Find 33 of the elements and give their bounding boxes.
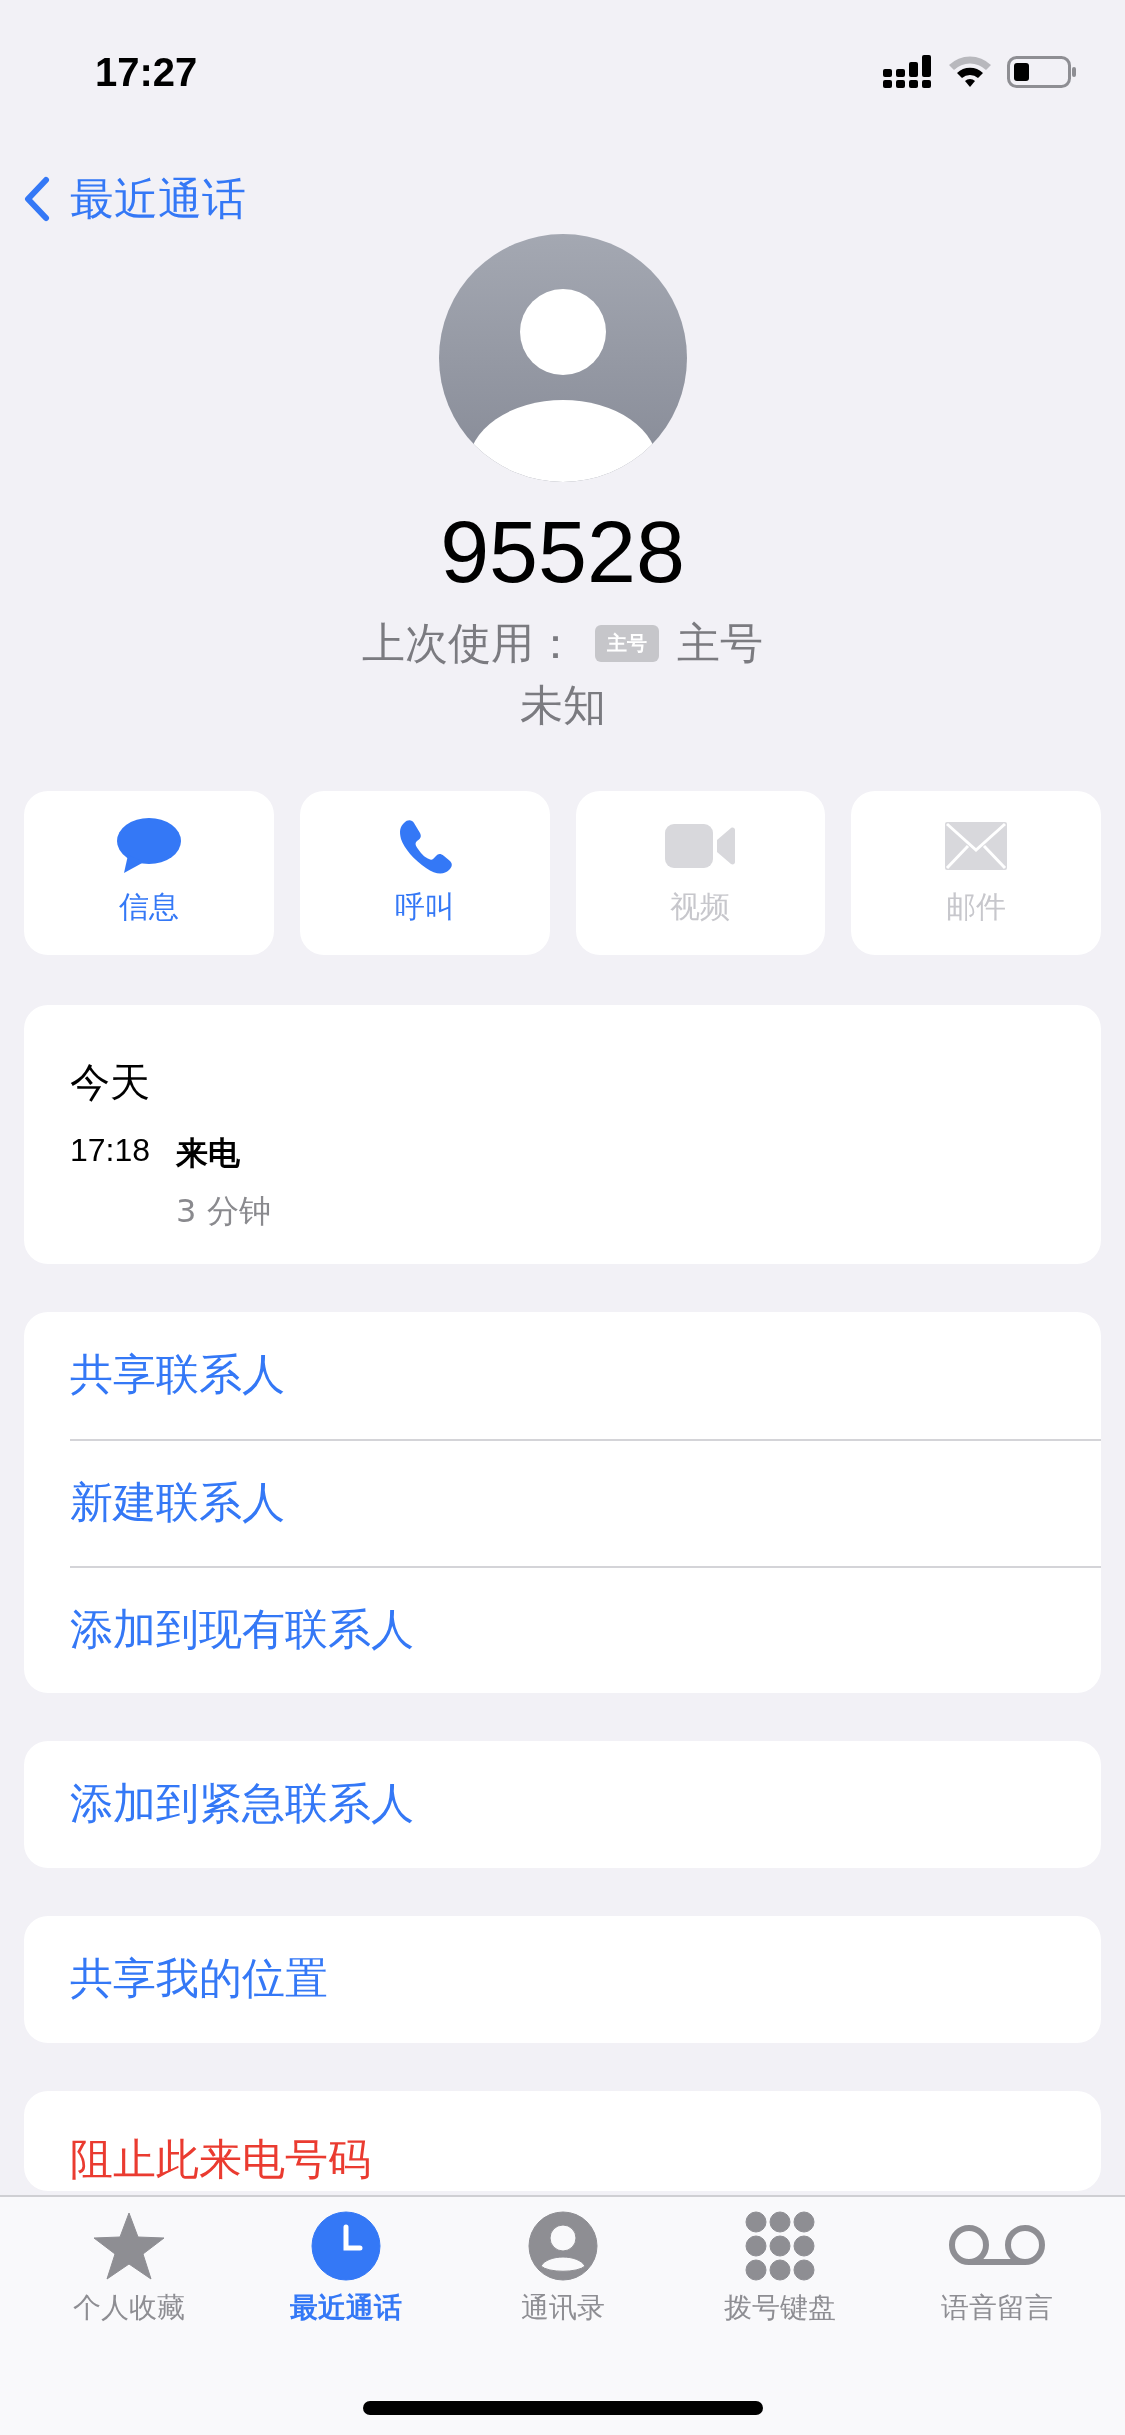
- avatar-icon: [438, 234, 687, 482]
- voicemail-tab[interactable]: 语音留言: [896, 2211, 1097, 2333]
- call-time: 17:18: [70, 1131, 151, 1170]
- call-button[interactable]: 呼叫: [299, 790, 550, 955]
- keypad-icon: [744, 2211, 815, 2281]
- action-item[interactable]: 添加到紧急联系人: [70, 1740, 1101, 1868]
- action-item[interactable]: 新建联系人: [70, 1438, 1101, 1566]
- favorites-tab[interactable]: 个人收藏: [28, 2211, 229, 2333]
- status-time: 17:27: [95, 49, 198, 95]
- speech-bubble-icon: [115, 817, 182, 876]
- line-badge: 主号: [595, 625, 659, 663]
- action-item[interactable]: 共享我的位置: [70, 1915, 1101, 2043]
- location-label: 未知: [519, 678, 606, 732]
- wifi-icon: [947, 55, 993, 89]
- chevron-left-icon: [22, 174, 52, 224]
- block-caller-item[interactable]: 阻止此来电号码: [70, 2090, 1101, 2191]
- back-button[interactable]: 最近通话: [22, 169, 246, 229]
- keypad-tab[interactable]: 拨号键盘: [679, 2211, 880, 2333]
- signal-icon: [883, 55, 933, 89]
- contacts-tab[interactable]: 通讯录: [462, 2211, 663, 2333]
- action-item[interactable]: 添加到现有联系人: [70, 1565, 1101, 1693]
- phone-number: 95528: [440, 504, 685, 601]
- line-name: 主号: [677, 616, 763, 670]
- action-item[interactable]: 共享联系人: [70, 1311, 1101, 1439]
- call-type: 来电: [176, 1132, 242, 1174]
- clock-icon: [310, 2211, 381, 2281]
- call-day: 今天: [70, 1054, 1055, 1110]
- call-duration: 3 分钟: [176, 1190, 271, 1232]
- battery-icon: [1007, 55, 1077, 89]
- person-icon: [527, 2211, 598, 2281]
- message-button[interactable]: 信息: [24, 790, 274, 955]
- last-used-label: 上次使用：: [362, 616, 577, 670]
- recents-tab[interactable]: 最近通话: [245, 2211, 446, 2333]
